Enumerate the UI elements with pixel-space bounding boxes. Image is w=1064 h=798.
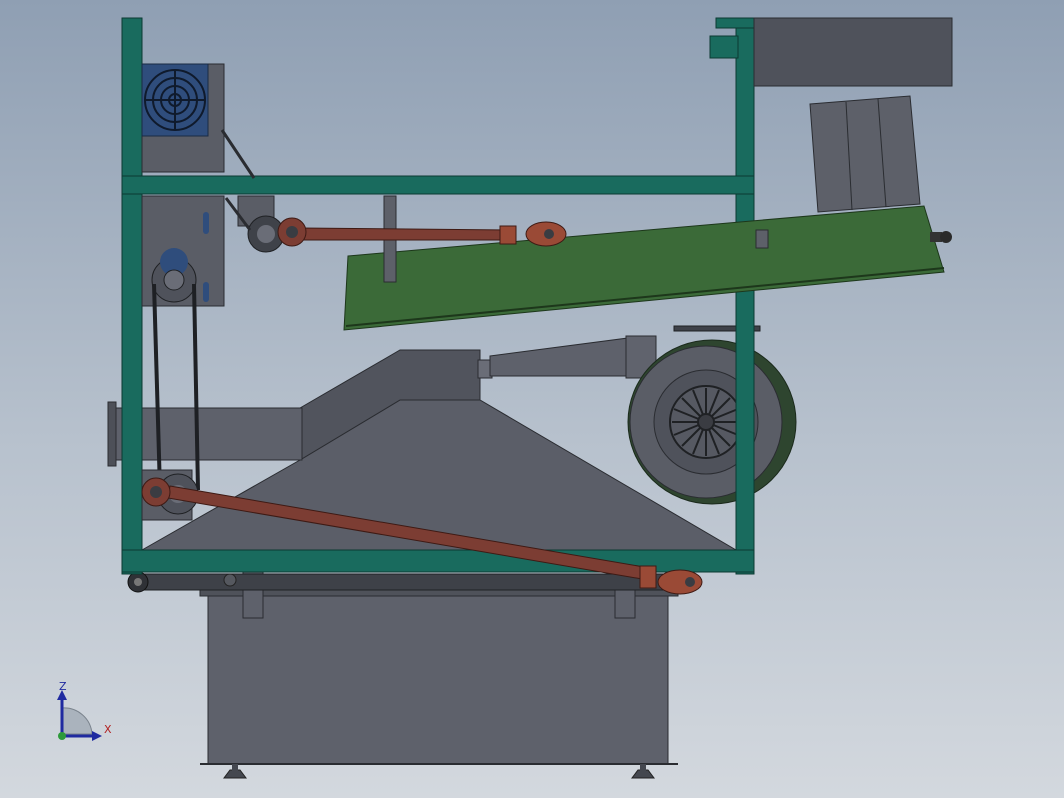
leveling-foot-left [223,764,247,779]
motor-belt [220,129,256,179]
fan-grille-icon [144,69,206,131]
triad-z-label: Z [59,680,67,693]
coordinate-triad-icon: Z X [57,680,112,741]
base-cabinet [199,571,679,765]
triad-x-label: X [104,723,112,736]
feed-hopper-box [809,95,921,213]
air-duct [477,335,657,379]
drive-motor [141,63,225,173]
trough-bracket [755,229,769,249]
cad-viewport[interactable]: Z X [0,0,1064,798]
leveling-foot-right [631,764,655,779]
vibrating-trough [343,195,945,331]
bottom-rail [127,571,695,593]
fan-impeller-icon [669,385,743,459]
machine-assembly-drawing[interactable]: Z X [0,0,1064,798]
adjustment-knob-icon[interactable] [930,231,952,243]
